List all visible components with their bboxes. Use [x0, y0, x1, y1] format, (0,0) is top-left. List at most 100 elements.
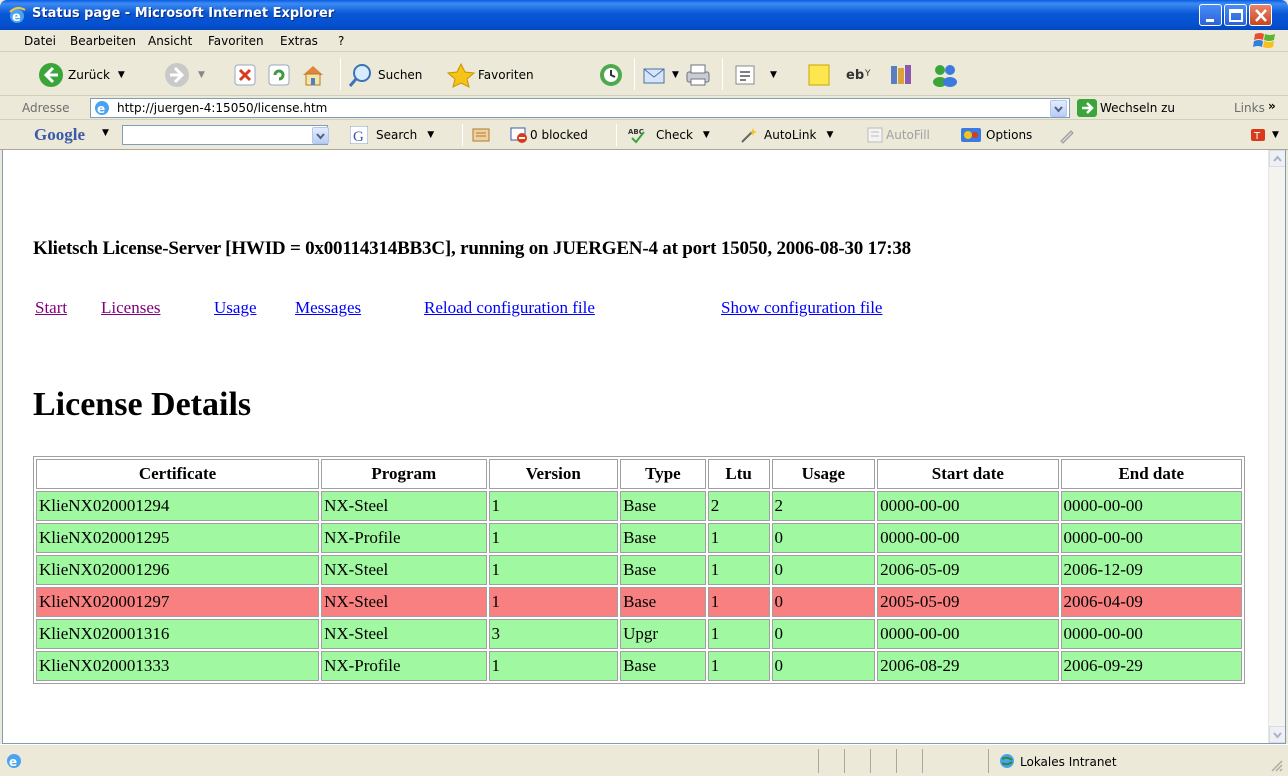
nav-show-config-link[interactable]: Show configuration file [721, 298, 882, 318]
autofill-button[interactable]: AutoFill [866, 126, 930, 144]
chevron-down-icon [316, 133, 325, 140]
col-end-date: End date [1060, 459, 1242, 489]
close-button[interactable] [1249, 4, 1272, 26]
nav-licenses-link[interactable]: Licenses [101, 298, 160, 318]
menu-extras[interactable]: Extras [280, 34, 318, 48]
chevron-right-icon[interactable]: » [1268, 99, 1276, 113]
google-menu-dropdown-icon[interactable]: ▼ [102, 128, 109, 138]
table-header-row: Certificate Program Version Type Ltu Usa… [36, 459, 1242, 489]
print-button[interactable] [684, 62, 712, 88]
table-row: KlieNX020001333 NX-Profile 1 Base 1 0 2006-08-… [36, 651, 1242, 681]
check-dropdown-icon[interactable]: ▼ [703, 130, 710, 140]
popup-blocker-button[interactable]: 0 blocked [510, 126, 588, 144]
cell-program: NX-Steel [321, 619, 487, 649]
search-dropdown-icon[interactable]: ▼ [427, 130, 434, 140]
resize-grip-icon[interactable] [1270, 759, 1284, 773]
autolink-button[interactable]: AutoLink ▼ [738, 126, 833, 144]
windows-logo-icon [1253, 33, 1275, 48]
cell-end-date: 0000-00-00 [1060, 523, 1242, 553]
address-input[interactable]: http://juergen-4:15050/license.htm [90, 98, 1070, 118]
spell-check-button[interactable]: ABC Check ▼ [628, 126, 710, 144]
google-extra-button[interactable]: T ▼ [1250, 126, 1279, 144]
cell-type: Base [620, 491, 706, 521]
research-button[interactable] [888, 62, 916, 88]
back-dropdown-icon[interactable]: ▼ [118, 70, 125, 80]
search-button[interactable]: Suchen [348, 62, 422, 88]
cell-version: 1 [488, 587, 619, 617]
table-row: KlieNX020001316 NX-Steel 3 Upgr 1 0 0000-00-00… [36, 619, 1242, 649]
cell-type: Base [620, 587, 706, 617]
extra-dropdown-icon[interactable]: ▼ [1272, 130, 1279, 140]
messenger-button[interactable] [930, 62, 960, 88]
google-search-button[interactable]: G Search ▼ [350, 126, 434, 144]
links-button[interactable]: Links [1234, 101, 1265, 115]
forward-arrow-icon [165, 63, 189, 87]
forward-dropdown-icon[interactable]: ▼ [198, 70, 205, 80]
toolbar-separator [462, 124, 463, 146]
home-button[interactable] [300, 62, 326, 88]
search-icon [348, 64, 371, 87]
cell-type: Upgr [620, 619, 706, 649]
table-row: KlieNX020001296 NX-Steel 1 Base 1 0 2006-05-09… [36, 555, 1242, 585]
cell-ltu: 1 [707, 651, 770, 681]
col-certificate: Certificate [36, 459, 320, 489]
cell-certificate: KlieNX020001294 [36, 491, 320, 521]
mail-dropdown-icon[interactable]: ▼ [672, 70, 679, 80]
google-search-input[interactable] [122, 125, 328, 145]
ebay-button[interactable]: eb Y [846, 64, 876, 84]
nav-start-link[interactable]: Start [35, 298, 67, 318]
mail-button[interactable]: ▼ [642, 62, 679, 88]
favorites-button[interactable]: Favoriten [446, 62, 534, 88]
pencil-icon[interactable] [1058, 126, 1076, 144]
autolink-dropdown-icon[interactable]: ▼ [826, 130, 833, 140]
status-cell [870, 749, 896, 773]
vertical-scrollbar[interactable] [1268, 150, 1285, 743]
nav-usage-link[interactable]: Usage [214, 298, 256, 318]
google-search-dropdown-button[interactable] [312, 127, 329, 144]
cell-end-date: 2006-09-29 [1060, 651, 1242, 681]
svg-text:e: e [97, 102, 105, 116]
cell-program: NX-Profile [321, 651, 487, 681]
go-arrow-icon[interactable] [1076, 98, 1098, 118]
options-button[interactable]: Options [960, 126, 1032, 144]
go-button[interactable]: Wechseln zu [1100, 101, 1175, 115]
menu-datei[interactable]: Datei [24, 34, 56, 48]
google-toolbar: Google ▼ G Search ▼ 0 blocked ABC Check … [0, 120, 1288, 150]
menu-favoriten[interactable]: Favoriten [208, 34, 264, 48]
cell-ltu: 1 [707, 523, 770, 553]
cell-program: NX-Profile [321, 523, 487, 553]
autofill-label: AutoFill [886, 128, 930, 142]
col-start-date: Start date [877, 459, 1059, 489]
note-icon [808, 64, 830, 86]
google-logo[interactable]: Google [34, 125, 85, 145]
intranet-globe-icon [1000, 754, 1014, 768]
print-icon [686, 64, 710, 86]
cell-type: Base [620, 555, 706, 585]
news-button[interactable] [472, 126, 490, 144]
forward-button[interactable]: ▼ [164, 62, 205, 88]
back-button[interactable]: Zurück ▼ [38, 62, 125, 88]
edit-dropdown-icon[interactable]: ▼ [770, 70, 777, 80]
stop-icon [234, 64, 256, 86]
cell-type: Base [620, 523, 706, 553]
title-bar[interactable]: e Status page - Microsoft Internet Explo… [0, 0, 1288, 30]
menu-ansicht[interactable]: Ansicht [148, 34, 192, 48]
toolbar-separator [634, 58, 635, 90]
nav-reload-config-link[interactable]: Reload configuration file [424, 298, 595, 318]
refresh-button[interactable] [268, 64, 290, 86]
stop-button[interactable] [234, 64, 256, 86]
mail-icon [643, 68, 665, 84]
address-dropdown-button[interactable] [1050, 100, 1067, 117]
maximize-button[interactable] [1224, 4, 1247, 26]
minimize-button[interactable] [1199, 4, 1222, 26]
scroll-up-button[interactable] [1269, 150, 1285, 167]
nav-messages-link[interactable]: Messages [295, 298, 361, 318]
options-icon [961, 128, 981, 142]
edit-button[interactable]: ▼ [734, 64, 777, 86]
note-button[interactable] [806, 62, 832, 88]
menu-bearbeiten[interactable]: Bearbeiten [70, 34, 136, 48]
menu-help[interactable]: ? [338, 34, 344, 48]
history-button[interactable] [598, 62, 624, 88]
cell-certificate: KlieNX020001316 [36, 619, 320, 649]
scroll-down-button[interactable] [1269, 726, 1285, 743]
